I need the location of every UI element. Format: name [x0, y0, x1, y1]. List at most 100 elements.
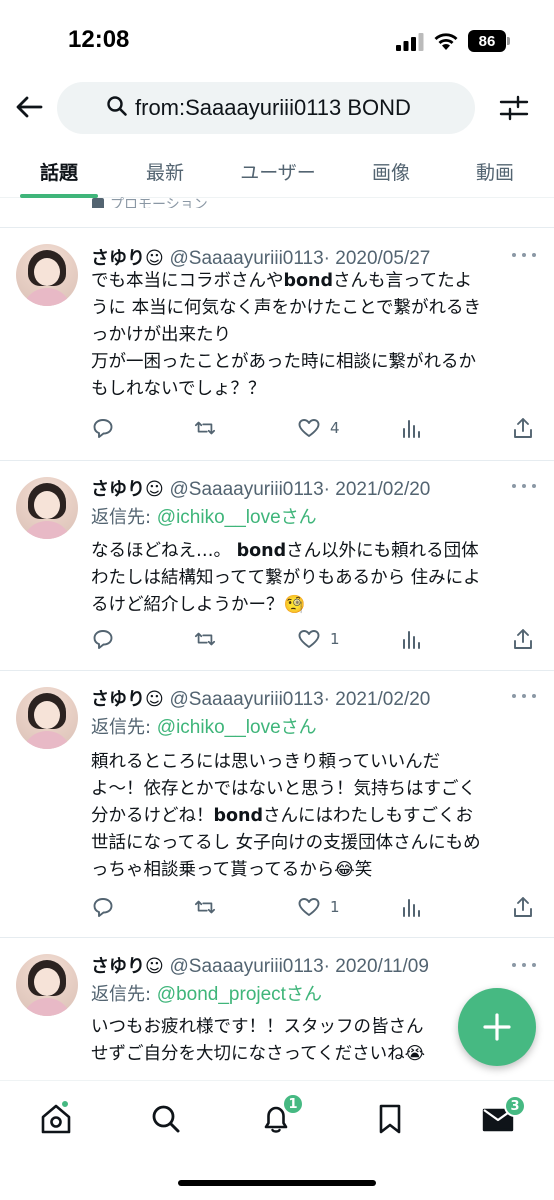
like-count: 1	[330, 630, 340, 648]
notifications-badge: 1	[282, 1093, 304, 1115]
tweet-actions: 4	[0, 416, 554, 440]
bar-chart-icon	[403, 631, 420, 649]
reply-context: 返信先: @ichiko__loveさん	[91, 507, 317, 528]
more-options-icon[interactable]	[512, 691, 536, 701]
battery-tip	[507, 37, 510, 45]
arrow-left-icon	[16, 96, 43, 118]
tweet-header: さゆり☺︎ @Saaaayuriii0113· 2021/02/20	[91, 475, 430, 501]
tweet-header: さゆり☺︎ @Saaaayuriii0113· 2020/05/27	[91, 244, 430, 270]
nav-home[interactable]	[36, 1099, 76, 1139]
more-options-icon[interactable]	[512, 250, 536, 260]
avatar[interactable]	[16, 954, 78, 1016]
more-options-icon[interactable]	[512, 960, 536, 970]
tweet-actions: 1	[0, 895, 554, 919]
share-button[interactable]	[512, 627, 534, 651]
heart-icon	[298, 419, 320, 437]
user-handle[interactable]: @Saaaayuriii0113	[170, 689, 324, 710]
tab-video[interactable]: 動画	[456, 146, 534, 198]
tweet-text: なるほどねえ…。 bondさん以外にも頼れる団体 わたしは結構知ってて繋がりもあ…	[91, 541, 481, 615]
tab-people[interactable]: ユーザー	[226, 146, 330, 198]
like-button[interactable]: 4	[298, 416, 340, 440]
like-count: 4	[330, 419, 340, 437]
tweet-header: さゆり☺︎ @Saaaayuriii0113· 2021/02/20	[91, 685, 430, 711]
nav-bookmarks[interactable]	[370, 1099, 410, 1139]
messages-badge: 3	[504, 1095, 526, 1117]
user-handle[interactable]: @Saaaayuriii0113	[170, 956, 324, 977]
views-button[interactable]	[400, 627, 422, 651]
tweet-date[interactable]: · 2020/05/27	[324, 248, 431, 269]
tab-media[interactable]: 画像	[352, 146, 430, 198]
reply-mention[interactable]: @ichiko__love	[157, 507, 281, 528]
like-button[interactable]: 1	[298, 895, 340, 919]
nav-notifications[interactable]: 1	[256, 1093, 304, 1139]
search-header: from:Saaaayuriii0113 BOND	[0, 82, 554, 134]
compose-button[interactable]	[458, 988, 536, 1066]
search-tabs: 話題 最新 ユーザー 画像 動画	[0, 146, 554, 198]
like-button[interactable]: 1	[298, 627, 340, 651]
bookmark-icon	[379, 1104, 401, 1134]
tweet[interactable]: さゆり☺︎ @Saaaayuriii0113· 2021/02/20 返信先: …	[0, 461, 554, 669]
reply-icon	[93, 898, 113, 917]
share-icon	[514, 897, 532, 917]
share-icon	[514, 418, 532, 438]
display-name[interactable]: さゆり☺︎	[91, 248, 164, 269]
back-button[interactable]	[12, 90, 46, 124]
retweet-icon	[194, 900, 216, 914]
reply-button[interactable]	[92, 416, 114, 440]
promoted-icon	[92, 198, 104, 208]
avatar[interactable]	[16, 477, 78, 539]
share-icon	[514, 629, 532, 649]
sliders-icon	[499, 95, 529, 121]
avatar[interactable]	[16, 244, 78, 306]
user-handle[interactable]: @Saaaayuriii0113	[170, 248, 324, 269]
reply-icon	[93, 419, 113, 438]
tweet-text: でも本当にコラボさんやbondさんも言ってたよ うに 本当に何気なく声をかけたこ…	[91, 271, 482, 399]
user-handle[interactable]: @Saaaayuriii0113	[170, 479, 324, 500]
cellular-signal-icon	[396, 33, 424, 51]
heart-icon	[298, 898, 320, 916]
tab-latest[interactable]: 最新	[126, 146, 204, 198]
bar-chart-icon	[403, 899, 420, 917]
display-name[interactable]: さゆり☺︎	[91, 956, 164, 977]
share-button[interactable]	[512, 416, 534, 440]
retweet-icon	[194, 421, 216, 435]
tweet-date[interactable]: · 2021/02/20	[324, 689, 431, 710]
home-indicator	[178, 1180, 376, 1186]
search-icon	[152, 1105, 180, 1133]
status-bar: 12:08 86	[0, 0, 554, 82]
search-filter-button[interactable]	[496, 90, 532, 126]
tab-top[interactable]: 話題	[20, 146, 98, 198]
promoted-text: プロモーション	[110, 197, 208, 208]
reply-context: 返信先: @ichiko__loveさん	[91, 717, 317, 738]
battery-indicator: 86	[468, 30, 506, 52]
tweet-date[interactable]: · 2020/11/09	[324, 956, 429, 977]
tweet-text: 頼れるところには思いっきり頼っていいんだ よ〜！依存とかではないと思う！気持ちは…	[91, 752, 481, 880]
tweet[interactable]: さゆり☺︎ @Saaaayuriii0113· 2020/05/27 でも本当に…	[0, 228, 554, 458]
heart-icon	[298, 630, 320, 648]
display-name[interactable]: さゆり☺︎	[91, 479, 164, 500]
like-count: 1	[330, 898, 340, 916]
views-button[interactable]	[400, 895, 422, 919]
reply-mention[interactable]: @bond_project	[157, 984, 286, 1005]
tweet-date[interactable]: · 2021/02/20	[324, 479, 431, 500]
more-options-icon[interactable]	[512, 481, 536, 491]
nav-messages[interactable]: 3	[478, 1095, 526, 1139]
search-query[interactable]: from:Saaaayuriii0113 BOND	[135, 95, 411, 121]
retweet-button[interactable]	[194, 627, 216, 651]
avatar[interactable]	[16, 687, 78, 749]
views-button[interactable]	[400, 416, 422, 440]
share-button[interactable]	[512, 895, 534, 919]
search-icon	[107, 96, 127, 116]
reply-context: 返信先: @bond_projectさん	[91, 984, 322, 1005]
retweet-button[interactable]	[194, 895, 216, 919]
reply-button[interactable]	[92, 627, 114, 651]
wifi-icon	[434, 33, 458, 50]
nav-explore[interactable]	[146, 1099, 186, 1139]
reply-mention[interactable]: @ichiko__love	[157, 717, 281, 738]
display-name[interactable]: さゆり☺︎	[91, 689, 164, 710]
tweet[interactable]: さゆり☺︎ @Saaaayuriii0113· 2021/02/20 返信先: …	[0, 671, 554, 936]
home-dot-badge	[60, 1099, 70, 1109]
retweet-button[interactable]	[194, 416, 216, 440]
plus-icon	[483, 1013, 511, 1041]
reply-button[interactable]	[92, 895, 114, 919]
